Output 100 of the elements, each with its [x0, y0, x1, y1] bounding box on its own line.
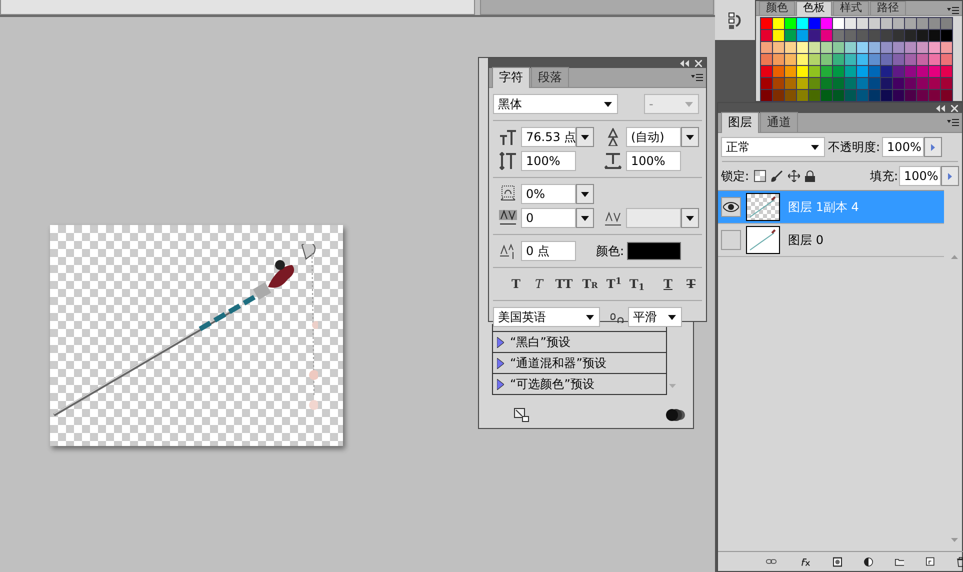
- leading-field[interactable]: (自动): [626, 127, 681, 147]
- panel-tab[interactable]: 样式: [833, 1, 869, 15]
- baseline-shift-field[interactable]: 0 点: [521, 241, 576, 261]
- document-tab[interactable]: [0, 0, 475, 15]
- fill-field[interactable]: 100%: [899, 166, 941, 186]
- color-swatch[interactable]: [929, 90, 940, 101]
- preset-row[interactable]: “可选颜色”预设: [492, 374, 667, 395]
- color-swatch[interactable]: [917, 66, 928, 77]
- color-swatch[interactable]: [833, 66, 844, 77]
- color-swatch[interactable]: [845, 78, 856, 89]
- color-swatch[interactable]: [761, 66, 772, 77]
- kerning-field[interactable]: 0: [521, 208, 576, 228]
- mask-icon[interactable]: [832, 556, 842, 568]
- swatch-presets-icon[interactable]: [728, 12, 742, 30]
- opacity-field[interactable]: 100%: [882, 137, 924, 157]
- color-swatch[interactable]: [905, 30, 916, 41]
- color-swatch[interactable]: [797, 18, 808, 29]
- color-swatch[interactable]: [905, 42, 916, 53]
- clip-to-layer-icon[interactable]: [514, 408, 529, 422]
- close-icon[interactable]: [951, 104, 958, 112]
- color-swatch[interactable]: [809, 18, 820, 29]
- panel-tab[interactable]: 色板: [796, 1, 832, 16]
- color-swatch[interactable]: [929, 78, 940, 89]
- color-swatch[interactable]: [773, 30, 784, 41]
- lock-transparency-icon[interactable]: [754, 170, 766, 182]
- preset-row[interactable]: “通道混和器”预设: [492, 353, 667, 374]
- color-swatch[interactable]: [821, 54, 832, 65]
- font-family-select[interactable]: 黑体: [493, 94, 618, 114]
- panel-tab[interactable]: 颜色: [759, 1, 795, 15]
- scroll-up-arrow-icon[interactable]: [951, 255, 958, 259]
- color-swatch[interactable]: [797, 78, 808, 89]
- new-layer-icon[interactable]: [926, 556, 934, 567]
- color-swatch[interactable]: [833, 30, 844, 41]
- antialias-select[interactable]: 平滑: [628, 307, 682, 327]
- color-swatch[interactable]: [809, 42, 820, 53]
- color-swatch[interactable]: [773, 18, 784, 29]
- color-swatch[interactable]: [809, 90, 820, 101]
- color-swatch[interactable]: [881, 78, 892, 89]
- color-swatch[interactable]: [785, 66, 796, 77]
- folder-icon[interactable]: [894, 556, 904, 566]
- dropdown-button[interactable]: [576, 208, 594, 228]
- color-swatch[interactable]: [785, 90, 796, 101]
- color-swatch[interactable]: [761, 30, 772, 41]
- color-swatch[interactable]: [917, 54, 928, 65]
- move-icon[interactable]: [788, 170, 800, 182]
- preset-row[interactable]: “黑白”预设: [492, 332, 667, 353]
- scroll-down-arrow-icon[interactable]: [951, 538, 958, 542]
- slider-toggle-button[interactable]: [941, 166, 959, 186]
- color-swatch[interactable]: [797, 42, 808, 53]
- slider-toggle-button[interactable]: [924, 137, 942, 157]
- color-swatch[interactable]: [809, 78, 820, 89]
- close-icon[interactable]: [695, 60, 702, 66]
- color-swatch[interactable]: [857, 66, 868, 77]
- color-swatch[interactable]: [869, 90, 880, 101]
- dropdown-button[interactable]: [576, 127, 594, 147]
- expand-triangle-icon[interactable]: [497, 336, 504, 348]
- color-swatch[interactable]: [917, 30, 928, 41]
- adjustment-layer-icon[interactable]: [864, 556, 872, 568]
- color-swatch[interactable]: [785, 18, 796, 29]
- color-swatch[interactable]: [761, 78, 772, 89]
- color-swatch[interactable]: [893, 78, 904, 89]
- color-swatch[interactable]: [845, 18, 856, 29]
- color-swatch[interactable]: [797, 30, 808, 41]
- text-color-swatch[interactable]: [627, 242, 682, 260]
- color-swatch[interactable]: [845, 42, 856, 53]
- color-swatch[interactable]: [833, 90, 844, 101]
- color-swatch[interactable]: [821, 42, 832, 53]
- color-swatch[interactable]: [929, 30, 940, 41]
- visibility-circles-icon[interactable]: [666, 408, 686, 422]
- color-swatch[interactable]: [761, 18, 772, 29]
- panel-tab[interactable]: 字符: [492, 67, 530, 88]
- text-style-button[interactable]: Tr: [578, 277, 602, 291]
- color-swatch[interactable]: [809, 66, 820, 77]
- color-swatch[interactable]: [821, 18, 832, 29]
- color-swatch[interactable]: [881, 66, 892, 77]
- layer-style-icon[interactable]: [798, 556, 810, 568]
- color-swatch[interactable]: [881, 54, 892, 65]
- color-swatch[interactable]: [917, 18, 928, 29]
- horizontal-scale-field[interactable]: 100%: [626, 151, 681, 171]
- color-swatch[interactable]: [905, 18, 916, 29]
- color-swatch[interactable]: [833, 18, 844, 29]
- color-swatch[interactable]: [773, 90, 784, 101]
- color-swatch[interactable]: [893, 54, 904, 65]
- color-swatch[interactable]: [833, 42, 844, 53]
- text-style-button[interactable]: TT: [551, 277, 577, 291]
- blend-mode-select[interactable]: 正常: [721, 137, 825, 157]
- color-swatch[interactable]: [797, 90, 808, 101]
- color-swatch[interactable]: [785, 78, 796, 89]
- color-swatch[interactable]: [893, 42, 904, 53]
- color-swatch[interactable]: [941, 54, 952, 65]
- color-swatch[interactable]: [869, 78, 880, 89]
- color-swatch[interactable]: [845, 30, 856, 41]
- color-swatch[interactable]: [905, 90, 916, 101]
- panel-tab[interactable]: 通道: [760, 112, 798, 132]
- color-swatch[interactable]: [869, 18, 880, 29]
- color-swatch[interactable]: [881, 90, 892, 101]
- color-swatch[interactable]: [773, 42, 784, 53]
- text-style-button[interactable]: T$^{1}$: [603, 277, 625, 291]
- color-swatch[interactable]: [761, 90, 772, 101]
- color-swatch[interactable]: [773, 78, 784, 89]
